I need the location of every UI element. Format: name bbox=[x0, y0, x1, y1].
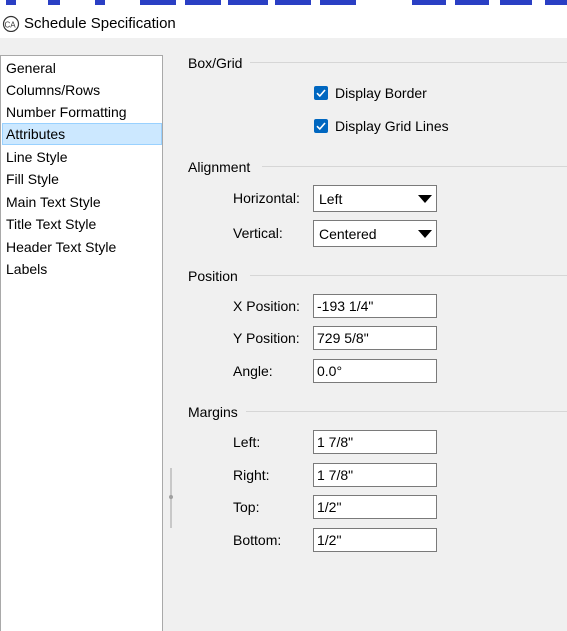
display-grid-lines-label[interactable]: Display Grid Lines bbox=[335, 118, 449, 134]
category-line-style[interactable]: Line Style bbox=[2, 146, 162, 168]
y-position-field[interactable]: 729 5/8" bbox=[313, 326, 437, 350]
bottom-margin-value: 1/2" bbox=[317, 532, 342, 548]
angle-field[interactable]: 0.0° bbox=[313, 359, 437, 383]
svg-text:CA: CA bbox=[5, 21, 17, 30]
display-border-checkbox[interactable] bbox=[314, 86, 328, 100]
x-position-label: X Position: bbox=[233, 298, 300, 314]
display-border-label[interactable]: Display Border bbox=[335, 85, 427, 101]
top-margin-field[interactable]: 1/2" bbox=[313, 495, 437, 519]
category-attributes[interactable]: Attributes bbox=[2, 123, 162, 145]
category-labels[interactable]: Labels bbox=[2, 258, 162, 280]
left-margin-value: 1 7/8" bbox=[317, 434, 354, 450]
category-title-text-style[interactable]: Title Text Style bbox=[2, 213, 162, 235]
chevron-down-icon bbox=[418, 195, 432, 203]
y-position-label: Y Position: bbox=[233, 330, 300, 346]
category-list[interactable]: General Columns/Rows Number Formatting A… bbox=[0, 55, 163, 631]
alignment-heading: Alignment bbox=[188, 159, 257, 175]
category-fill-style[interactable]: Fill Style bbox=[2, 168, 162, 190]
category-columns-rows[interactable]: Columns/Rows bbox=[2, 79, 162, 101]
horizontal-value: Left bbox=[319, 191, 343, 207]
x-position-field[interactable]: -193 1/4" bbox=[313, 294, 437, 318]
checkmark-icon bbox=[316, 122, 326, 131]
y-position-value: 729 5/8" bbox=[317, 330, 369, 346]
window-title: Schedule Specification bbox=[24, 15, 176, 32]
position-divider bbox=[250, 275, 567, 276]
bottom-margin-label: Bottom: bbox=[233, 532, 282, 548]
margins-divider bbox=[246, 411, 567, 412]
splitter-grip[interactable] bbox=[169, 495, 173, 499]
category-general[interactable]: General bbox=[2, 57, 162, 79]
vertical-value: Centered bbox=[319, 226, 377, 242]
checkmark-icon bbox=[316, 89, 326, 98]
app-logo-icon: CA bbox=[2, 15, 20, 32]
margins-heading: Margins bbox=[188, 404, 244, 420]
vertical-select[interactable]: Centered bbox=[313, 220, 437, 247]
bottom-margin-field[interactable]: 1/2" bbox=[313, 528, 437, 552]
horizontal-label: Horizontal: bbox=[233, 190, 300, 206]
right-margin-field[interactable]: 1 7/8" bbox=[313, 463, 437, 487]
right-margin-label: Right: bbox=[233, 467, 270, 483]
x-position-value: -193 1/4" bbox=[317, 298, 374, 314]
display-grid-lines-checkbox[interactable] bbox=[314, 119, 328, 133]
vertical-label: Vertical: bbox=[233, 225, 283, 241]
top-margin-label: Top: bbox=[233, 499, 260, 515]
box-grid-divider bbox=[250, 62, 567, 63]
alignment-divider bbox=[262, 166, 567, 167]
title-bar: CA Schedule Specification bbox=[0, 5, 567, 38]
angle-label: Angle: bbox=[233, 363, 273, 379]
right-margin-value: 1 7/8" bbox=[317, 467, 354, 483]
left-margin-field[interactable]: 1 7/8" bbox=[313, 430, 437, 454]
category-main-text-style[interactable]: Main Text Style bbox=[2, 191, 162, 213]
category-header-text-style[interactable]: Header Text Style bbox=[2, 236, 162, 258]
left-margin-label: Left: bbox=[233, 434, 261, 450]
top-margin-value: 1/2" bbox=[317, 499, 342, 515]
chevron-down-icon bbox=[418, 230, 432, 238]
category-number-formatting[interactable]: Number Formatting bbox=[2, 101, 162, 123]
position-heading: Position bbox=[188, 268, 244, 284]
angle-value: 0.0° bbox=[317, 363, 343, 379]
horizontal-select[interactable]: Left bbox=[313, 185, 437, 212]
box-grid-heading: Box/Grid bbox=[188, 55, 249, 71]
